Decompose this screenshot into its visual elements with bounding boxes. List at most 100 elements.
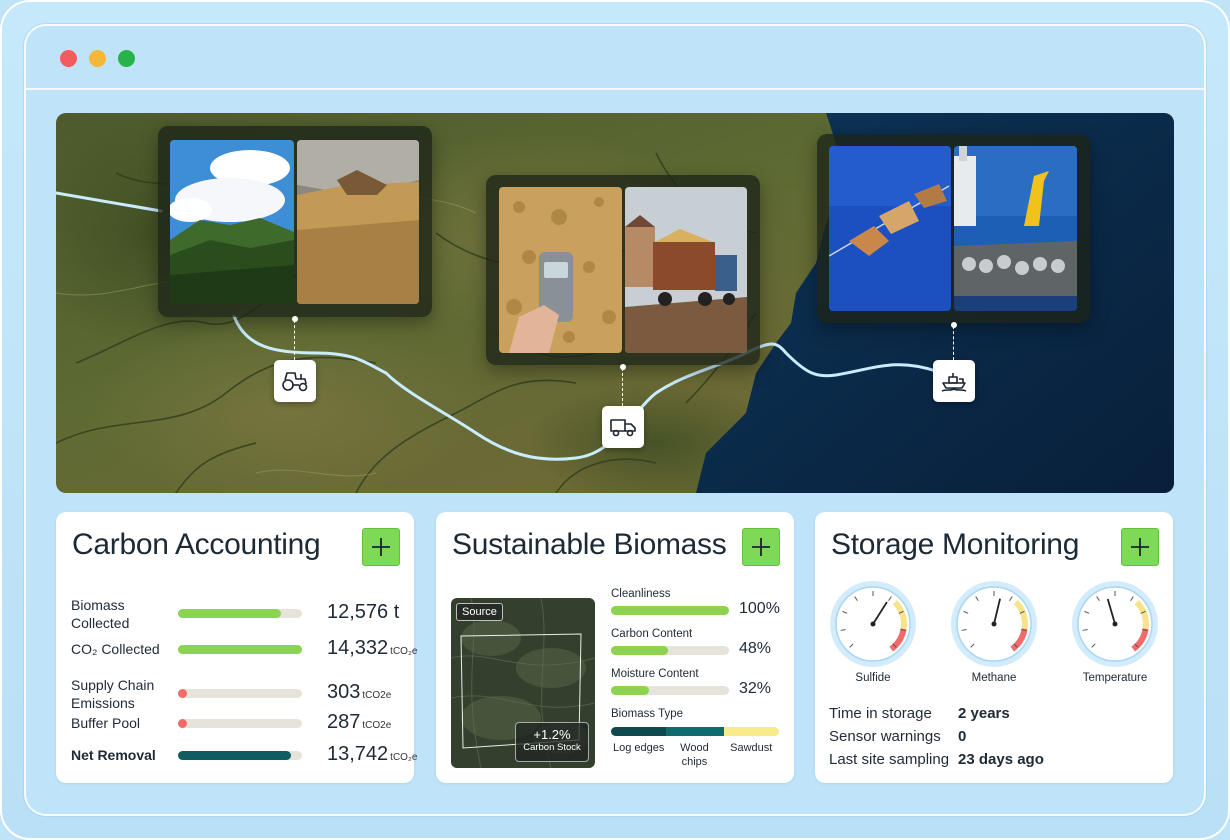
- carbon-row-unit: tCO₂e: [390, 752, 418, 763]
- add-sustainable-biomass-button[interactable]: [742, 528, 780, 566]
- carbon-row-unit: tCO2e: [362, 690, 392, 701]
- storage-stat-value: 2 years: [958, 705, 1010, 722]
- carbon-row-label: Buffer Pool: [71, 715, 141, 731]
- biomass-type-segment-label: Sawdust: [730, 742, 773, 754]
- biomass-metric-bar: [611, 686, 729, 695]
- gauge-label: Temperature: [1082, 672, 1148, 684]
- forest-photo-card: [158, 126, 432, 317]
- carbon-row-label: Biomass Collected: [71, 597, 130, 631]
- plus-icon: [372, 538, 390, 556]
- carbon-row-label: Net Removal: [71, 747, 156, 763]
- close-window-button[interactable]: [60, 50, 77, 67]
- biomass-metric-bar-fill: [611, 606, 729, 615]
- ship-icon[interactable]: [933, 360, 975, 402]
- carbon-accounting-card: Carbon Accounting Biomass Collected 12,57…: [56, 512, 417, 783]
- plus-icon: [1131, 538, 1149, 556]
- biomass-type-segment: [611, 727, 667, 736]
- biomass-metric-label: Carbon Content: [611, 628, 693, 640]
- gauge-hub: [991, 621, 997, 627]
- carbon-row: Supply Chain Emissions 303 tCO2e: [71, 676, 401, 712]
- route-connector-dot: [951, 322, 957, 328]
- storage-monitoring-card: Storage Monitoring Sulfide Methane Tempera…: [815, 512, 1173, 783]
- ship-deck-photo: [954, 146, 1077, 311]
- carbon-row-bar-fill: [178, 719, 187, 728]
- gauge-dial: [830, 581, 916, 667]
- biomass-type-segment: [666, 727, 724, 736]
- carbon-row-unit: tCO₂e: [390, 646, 418, 657]
- storage-monitoring-title: Storage Monitoring: [831, 528, 1080, 561]
- storage-stat-label: Sensor warnings: [829, 728, 941, 745]
- carbon-row-number: 303: [327, 681, 361, 703]
- sustainable-biomass-card: Sustainable Biomass Source +1.2% Carbon …: [436, 512, 794, 783]
- plus-icon: [752, 538, 770, 556]
- gauge-hub: [870, 621, 876, 627]
- carbon-row-number: 287: [327, 711, 361, 733]
- add-storage-monitoring-button[interactable]: [1121, 528, 1159, 566]
- biomass-metric-bar: [611, 646, 729, 655]
- carbon-row: Net Removal 13,742 tCO₂e: [71, 743, 417, 782]
- ocean-photo-card: [817, 134, 1090, 323]
- forest-photo: [170, 140, 294, 304]
- minimize-window-button[interactable]: [89, 50, 106, 67]
- carbon-row-value: 14,332 tCO₂e: [327, 637, 417, 660]
- carbon-row-value: 287 tCO2e: [327, 711, 391, 734]
- carbon-row: CO₂ Collected 14,332 tCO₂e: [71, 637, 417, 676]
- biomass-metric-bar-fill: [611, 686, 649, 695]
- storage-stat-label: Time in storage: [829, 705, 932, 722]
- carbon-row-bar: [178, 609, 302, 618]
- route-connector: [622, 368, 623, 406]
- biomass-photo-card: [486, 175, 760, 365]
- carbon-row-label: Supply Chain Emissions: [71, 677, 155, 711]
- tractor-icon[interactable]: [274, 360, 316, 402]
- carbon-stock-label: Carbon Stock: [523, 742, 581, 753]
- maximize-window-button[interactable]: [118, 50, 135, 67]
- biomass-metric-bar-fill: [611, 646, 668, 655]
- route-connector: [953, 326, 954, 360]
- route-connector-dot: [620, 364, 626, 370]
- biomass-metric-label: Moisture Content: [611, 668, 699, 680]
- storage-stat-label: Last site sampling: [829, 751, 950, 768]
- source-satellite-image[interactable]: Source +1.2% Carbon Stock: [451, 598, 595, 768]
- route-connector-dot: [292, 316, 298, 322]
- gauge-label: Sulfide: [855, 672, 891, 684]
- gauge-label: Methane: [971, 672, 1017, 684]
- soil-photo: [297, 140, 419, 304]
- carbon-row-value: 12,576 t: [327, 601, 399, 624]
- carbon-row-bar: [178, 751, 302, 760]
- carbon-row-bar: [178, 689, 302, 698]
- carbon-row-bar-fill: [178, 689, 187, 698]
- biomass-type-segment-label: Log edges: [613, 742, 665, 754]
- carbon-row-bar-fill: [178, 751, 291, 760]
- biomass-metric-value: 32%: [739, 680, 772, 697]
- biomass-metric-value: 100%: [739, 600, 780, 617]
- route-connector: [294, 320, 295, 360]
- source-tag: Source: [456, 603, 503, 621]
- window-titlebar: [26, 26, 1204, 90]
- carbon-row-label: CO₂ Collected: [71, 641, 160, 657]
- carbon-accounting-title: Carbon Accounting: [72, 528, 321, 561]
- dump-truck-photo: [625, 187, 747, 353]
- underwater-photo: [829, 146, 951, 311]
- supply-chain-map: [56, 113, 1174, 493]
- carbon-row-bar: [178, 645, 302, 654]
- carbon-row-number: 13,742: [327, 743, 389, 765]
- carbon-stock-badge: +1.2% Carbon Stock: [515, 722, 589, 762]
- carbon-row: Biomass Collected 12,576 t: [71, 596, 401, 632]
- add-carbon-accounting-button[interactable]: [362, 528, 400, 566]
- carbon-row-bar-fill: [178, 609, 281, 618]
- biomass-metric-bar: [611, 606, 729, 615]
- truck-icon[interactable]: [602, 406, 644, 448]
- carbon-stock-value: +1.2%: [533, 727, 571, 742]
- carbon-row-bar: [178, 719, 302, 728]
- gauge-hub: [1112, 621, 1118, 627]
- biomass-type-stacked-bar: [611, 727, 779, 736]
- gauge-dial: [1072, 581, 1158, 667]
- storage-stat-value: 23 days ago: [958, 751, 1044, 768]
- storage-stat-value: 0: [958, 728, 967, 745]
- carbon-row-number: 12,576 t: [327, 601, 400, 623]
- gauge-dial: [951, 581, 1037, 667]
- carbon-row-number: 14,332: [327, 637, 389, 659]
- carbon-row-value: 13,742 tCO₂e: [327, 743, 417, 766]
- biomass-metric-label: Cleanliness: [611, 588, 671, 600]
- biomass-type-segment-label: Wood chips: [680, 742, 709, 768]
